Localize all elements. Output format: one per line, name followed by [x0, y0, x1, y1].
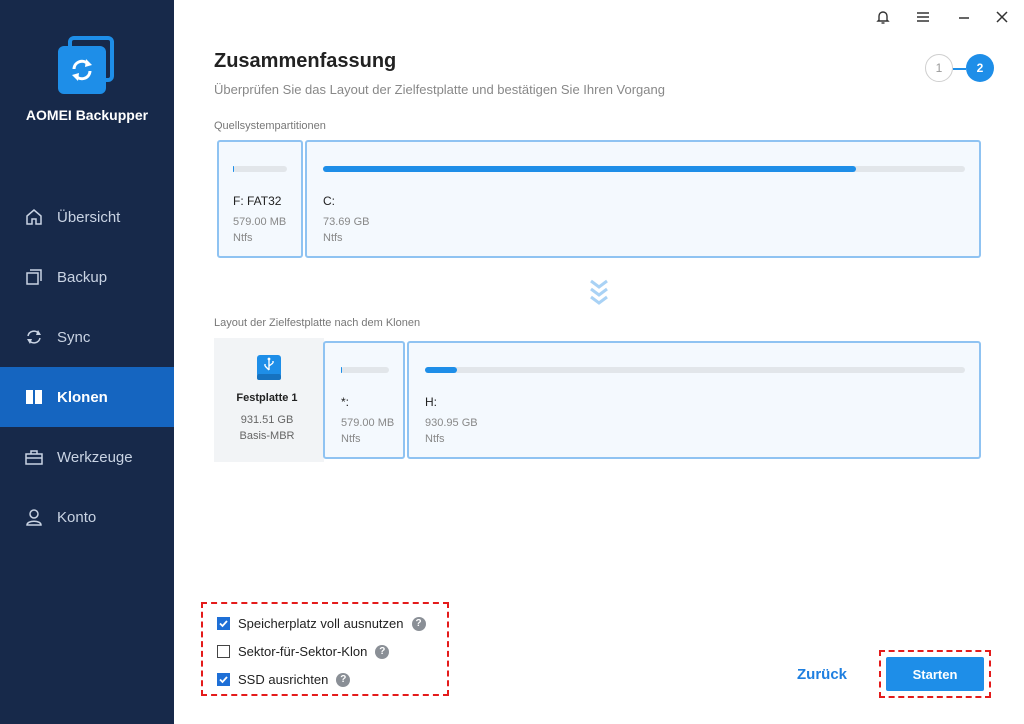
checkbox[interactable] — [217, 645, 230, 658]
option-ssd-align[interactable]: SSD ausrichten ? — [217, 672, 351, 687]
partition-filesystem: Ntfs — [323, 232, 343, 244]
home-icon — [24, 207, 44, 227]
usage-bar — [233, 166, 287, 172]
help-icon[interactable]: ? — [375, 644, 390, 659]
sidebar-item-account[interactable]: Konto — [0, 487, 174, 547]
close-icon[interactable] — [991, 6, 1013, 28]
backup-icon — [24, 267, 44, 287]
sidebar-item-backup[interactable]: Backup — [0, 247, 174, 307]
minimize-icon[interactable] — [953, 6, 975, 28]
sidebar: AOMEI Backupper Übersicht Backup Sync Kl… — [0, 0, 174, 724]
checkmark-icon — [219, 620, 228, 628]
usage-bar-fill — [341, 367, 342, 373]
sidebar-item-label: Backup — [57, 268, 108, 286]
option-full-space[interactable]: Speicherplatz voll ausnutzen ? — [217, 616, 426, 631]
target-partition-1[interactable]: *: 579.00 MB Ntfs — [323, 341, 405, 459]
sidebar-item-label: Konto — [57, 508, 97, 526]
partition-size: 930.95 GB — [425, 417, 478, 429]
start-button-highlight: Starten — [879, 650, 991, 698]
sidebar-item-label: Werkzeuge — [57, 448, 133, 466]
step-connector — [953, 68, 966, 70]
partition-name: C: — [323, 194, 335, 208]
step-indicator-2: 2 — [966, 54, 994, 82]
checkbox[interactable] — [217, 673, 230, 686]
clone-options: Speicherplatz voll ausnutzen ? Sektor-fü… — [201, 602, 449, 696]
clone-icon — [24, 387, 44, 407]
partition-size: 579.00 MB — [233, 216, 287, 228]
disk-name: Festplatte 1 — [236, 392, 298, 404]
partition-size: 579.00 MB — [341, 417, 395, 429]
disk-type: Basis-MBR — [239, 430, 295, 442]
source-section-label: Quellsystempartitionen — [214, 120, 326, 132]
partition-filesystem: Ntfs — [341, 433, 361, 445]
app-name: AOMEI Backupper — [25, 107, 149, 123]
sidebar-item-overview[interactable]: Übersicht — [0, 187, 174, 247]
partition-name: *: — [341, 395, 350, 409]
partition-name: F: FAT32 — [233, 194, 282, 208]
user-icon — [24, 507, 44, 527]
partition-filesystem: Ntfs — [233, 232, 253, 244]
sidebar-item-label: Klonen — [57, 388, 108, 406]
chevron-down-icon — [588, 278, 610, 308]
checkbox[interactable] — [217, 617, 230, 630]
usage-bar-fill — [425, 367, 458, 373]
notification-bell-icon[interactable] — [872, 6, 894, 28]
sidebar-item-tools[interactable]: Werkzeuge — [0, 427, 174, 487]
tools-icon — [24, 447, 44, 467]
app-logo-icon — [58, 36, 116, 94]
usage-bar — [425, 367, 965, 373]
option-label: Speicherplatz voll ausnutzen — [238, 616, 404, 631]
sidebar-item-label: Sync — [57, 328, 91, 346]
target-partition-2[interactable]: H: 930.95 GB Ntfs — [407, 341, 981, 459]
step-indicator-1: 1 — [925, 54, 953, 82]
target-disk[interactable]: Festplatte 1 931.51 GB Basis-MBR — [214, 338, 324, 462]
partition-filesystem: Ntfs — [425, 433, 445, 445]
sidebar-item-sync[interactable]: Sync — [0, 307, 174, 367]
usage-bar — [323, 166, 965, 172]
target-section-label: Layout der Zielfestplatte nach dem Klone… — [214, 317, 421, 329]
sidebar-item-label: Übersicht — [57, 208, 121, 226]
source-partition-1[interactable]: F: FAT32 579.00 MB Ntfs — [217, 140, 303, 258]
help-icon[interactable]: ? — [411, 616, 426, 631]
checkmark-icon — [219, 676, 228, 684]
usage-bar-fill — [233, 166, 235, 172]
sidebar-nav: Übersicht Backup Sync Klonen Werkzeuge K… — [0, 187, 174, 547]
start-button[interactable]: Starten — [886, 657, 984, 691]
help-icon[interactable]: ? — [336, 672, 351, 687]
sync-icon — [24, 327, 44, 347]
menu-icon[interactable] — [912, 6, 934, 28]
page-title: Zusammenfassung — [214, 50, 397, 72]
back-button[interactable]: Zurück — [797, 666, 847, 683]
disk-size: 931.51 GB — [240, 414, 294, 426]
option-sector-clone[interactable]: Sektor-für-Sektor-Klon ? — [217, 644, 390, 659]
source-partition-2[interactable]: C: 73.69 GB Ntfs — [305, 140, 981, 258]
usb-disk-icon — [256, 354, 282, 382]
option-label: Sektor-für-Sektor-Klon — [238, 644, 368, 659]
usage-bar-fill — [323, 166, 856, 172]
partition-name: H: — [425, 395, 437, 409]
option-label: SSD ausrichten — [238, 672, 329, 687]
sidebar-item-clone[interactable]: Klonen — [0, 367, 174, 427]
page-subtitle: Überprüfen Sie das Layout der Zielfestpl… — [214, 82, 665, 97]
usage-bar — [341, 367, 389, 373]
partition-size: 73.69 GB — [323, 216, 370, 228]
